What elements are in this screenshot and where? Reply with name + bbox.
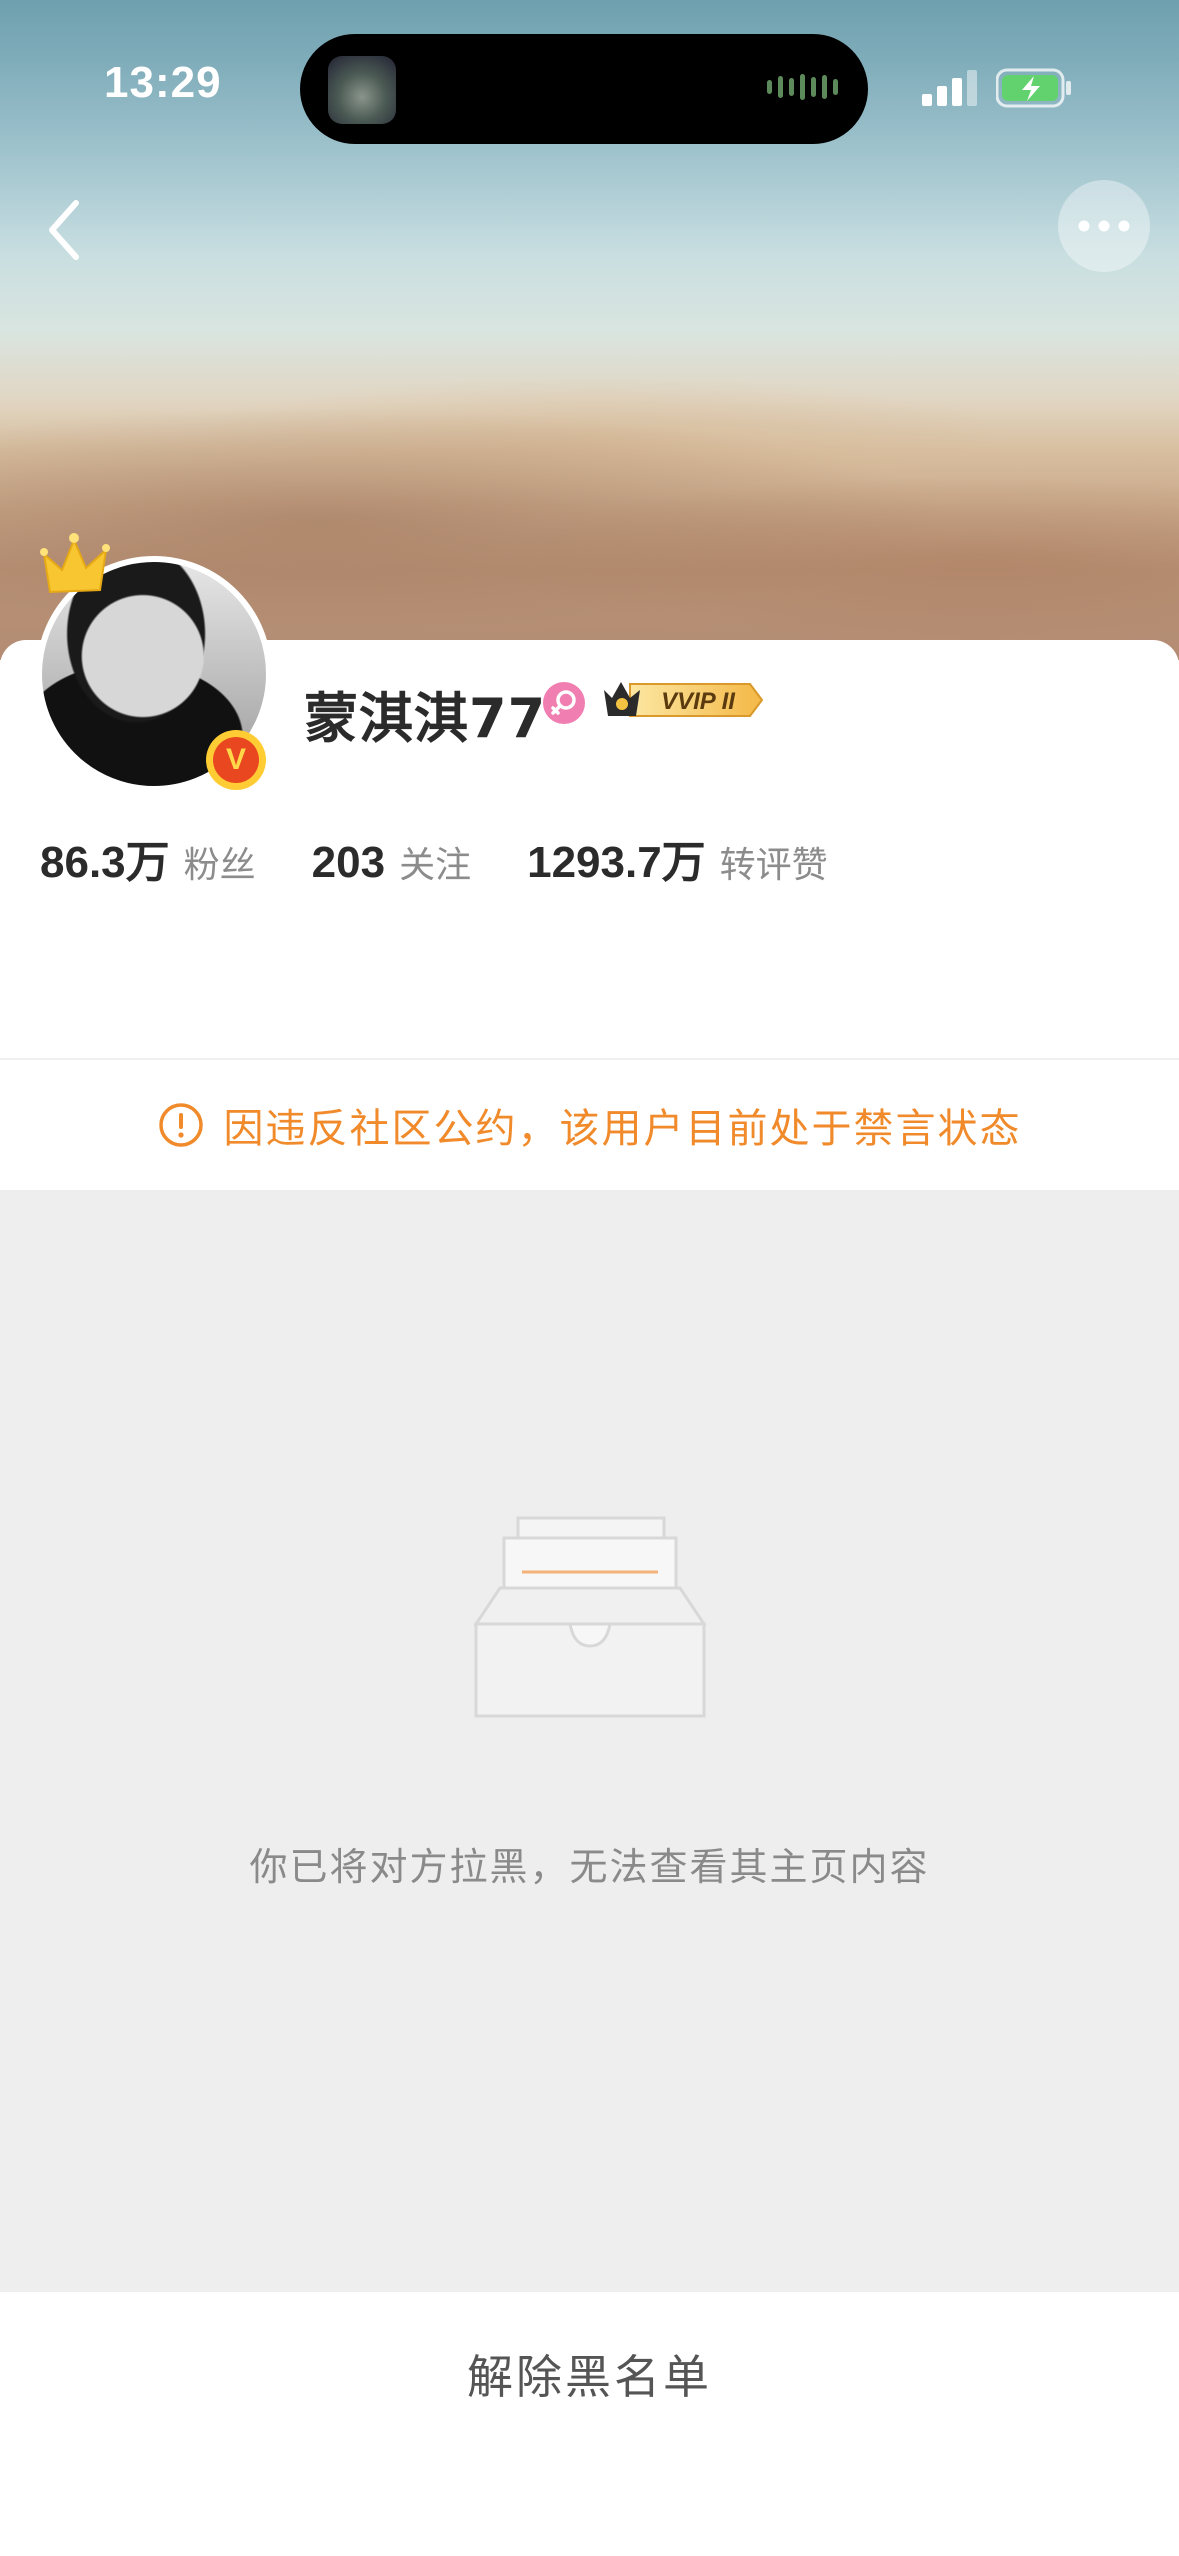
verified-badge: V (206, 730, 266, 790)
now-playing-artwork (328, 56, 396, 124)
profile-stats: 86.3万 粉丝 203 关注 1293.7万 转评赞 (40, 826, 884, 890)
verified-v-icon: V (213, 737, 259, 783)
more-options-button[interactable] (1058, 180, 1150, 272)
mute-notice-banner: 因违反社区公约，该用户目前处于禁言状态 (0, 1060, 1179, 1190)
stat-followers-value: 86.3万 (40, 838, 170, 887)
stat-engagement-label: 转评赞 (719, 845, 828, 886)
female-icon (543, 682, 585, 724)
vvip-badge[interactable]: VVIP II (600, 676, 766, 724)
cellular-signal-icon (922, 70, 977, 106)
stat-engagement[interactable]: 1293.7万 转评赞 (527, 826, 828, 890)
empty-tray-icon (474, 1516, 706, 1718)
bottom-action-bar: 解除黑名单 (0, 2292, 1179, 2556)
mute-notice-text: 因违反社区公约，该用户目前处于禁言状态 (223, 1106, 1022, 1152)
username: 蒙淇淇77 (304, 687, 547, 750)
vip-badge-label: VVIP II (661, 688, 736, 715)
stat-following-label: 关注 (399, 845, 472, 886)
exclamation-circle-icon (158, 1103, 203, 1147)
blocked-content-area: 你已将对方拉黑，无法查看其主页内容 (0, 1190, 1179, 2292)
chevron-left-icon (49, 200, 79, 260)
back-button[interactable] (24, 190, 104, 270)
battery-charging-icon (996, 68, 1071, 108)
audio-waveform-icon (767, 74, 838, 100)
stat-following[interactable]: 203 关注 (312, 836, 471, 888)
dynamic-island (300, 34, 868, 144)
unblock-button[interactable]: 解除黑名单 (0, 2292, 1179, 2456)
stat-following-value: 203 (311, 838, 386, 887)
stat-followers[interactable]: 86.3万 粉丝 (40, 826, 256, 890)
blocked-message: 你已将对方拉黑，无法查看其主页内容 (249, 1845, 930, 1889)
stat-engagement-value: 1293.7万 (527, 838, 706, 887)
status-time: 13:29 (104, 58, 222, 107)
stat-followers-label: 粉丝 (183, 845, 256, 886)
ellipsis-icon (1078, 220, 1130, 232)
crown-decoration-icon (40, 533, 110, 594)
